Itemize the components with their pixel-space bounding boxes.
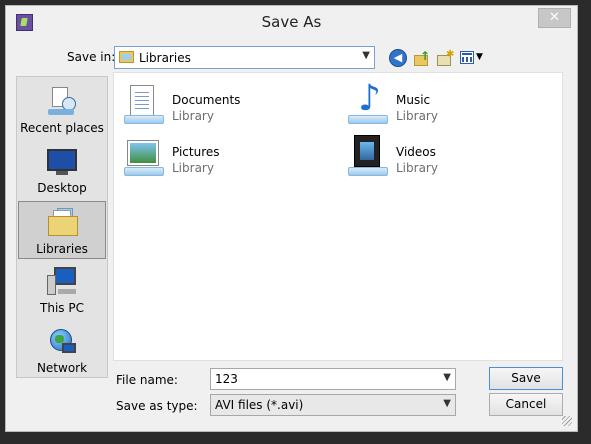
library-name: Videos: [396, 145, 436, 159]
videos-library-icon: [344, 133, 392, 181]
places-bar: Recent places Desktop Libraries This PC …: [16, 76, 108, 378]
save-in-value: Libraries: [139, 51, 191, 65]
save-as-type-dropdown[interactable]: AVI files (*.avi) ▼: [210, 394, 456, 416]
save-button[interactable]: Save: [489, 367, 563, 390]
back-arrow-icon[interactable]: ◀: [389, 49, 407, 67]
place-label: Desktop: [37, 181, 87, 195]
title-bar: Save As ✕: [6, 6, 577, 38]
save-as-type-label: Save as type:: [116, 399, 198, 413]
library-name: Music: [396, 93, 431, 107]
library-item-videos[interactable]: Videos Library: [344, 133, 544, 183]
place-label: Libraries: [36, 242, 88, 256]
documents-library-icon: [120, 81, 168, 129]
library-name: Pictures: [172, 145, 220, 159]
this-pc-icon: [46, 265, 78, 297]
place-desktop[interactable]: Desktop: [18, 141, 106, 199]
library-type: Library: [172, 109, 214, 123]
chevron-down-icon[interactable]: ▼: [362, 50, 370, 61]
place-recent-places[interactable]: Recent places: [18, 81, 106, 139]
library-type: Library: [396, 109, 438, 123]
place-label: This PC: [40, 301, 84, 315]
resize-grip[interactable]: [562, 416, 572, 426]
file-name-field[interactable]: 123 ▼: [210, 368, 456, 390]
desktop-icon: [46, 145, 78, 177]
libraries-folder-icon: [119, 51, 134, 63]
file-name-value: 123: [215, 372, 238, 386]
library-type: Library: [172, 161, 214, 175]
library-item-documents[interactable]: Documents Library: [120, 81, 320, 131]
place-network[interactable]: Network: [18, 321, 106, 379]
close-button[interactable]: ✕: [538, 8, 571, 28]
cancel-button[interactable]: Cancel: [489, 393, 563, 416]
place-label: Network: [36, 361, 88, 375]
save-as-dialog: Save As ✕ Save in: Libraries ▼ ◀ ↑ ✱ ▼ R…: [5, 5, 578, 432]
save-in-dropdown[interactable]: Libraries ▼: [114, 46, 375, 69]
library-item-pictures[interactable]: Pictures Library: [120, 133, 320, 183]
library-item-music[interactable]: ♪ Music Library: [344, 81, 544, 131]
file-name-label: File name:: [116, 373, 178, 387]
place-label: Recent places: [20, 121, 104, 135]
window-title: Save As: [261, 13, 322, 31]
place-libraries[interactable]: Libraries: [18, 201, 106, 259]
chevron-down-icon[interactable]: ▼: [443, 398, 451, 409]
view-menu-icon[interactable]: ▼: [460, 49, 486, 67]
library-type: Library: [396, 161, 438, 175]
network-icon: [46, 325, 78, 357]
file-list-pane[interactable]: Documents Library ♪ Music Library Pictur…: [113, 72, 563, 361]
chevron-down-icon[interactable]: ▼: [443, 372, 451, 383]
new-folder-icon[interactable]: ✱: [436, 49, 454, 67]
library-name: Documents: [172, 93, 241, 107]
place-this-pc[interactable]: This PC: [18, 261, 106, 319]
libraries-icon: [47, 206, 79, 238]
dialog-frame: Save As ✕ Save in: Libraries ▼ ◀ ↑ ✱ ▼ R…: [0, 0, 591, 444]
music-library-icon: ♪: [344, 81, 392, 129]
save-as-type-value: AVI files (*.avi): [215, 398, 304, 412]
save-in-label: Save in:: [67, 50, 116, 64]
recent-places-icon: [46, 85, 78, 117]
up-one-level-icon[interactable]: ↑: [413, 49, 431, 67]
pictures-library-icon: [120, 133, 168, 181]
